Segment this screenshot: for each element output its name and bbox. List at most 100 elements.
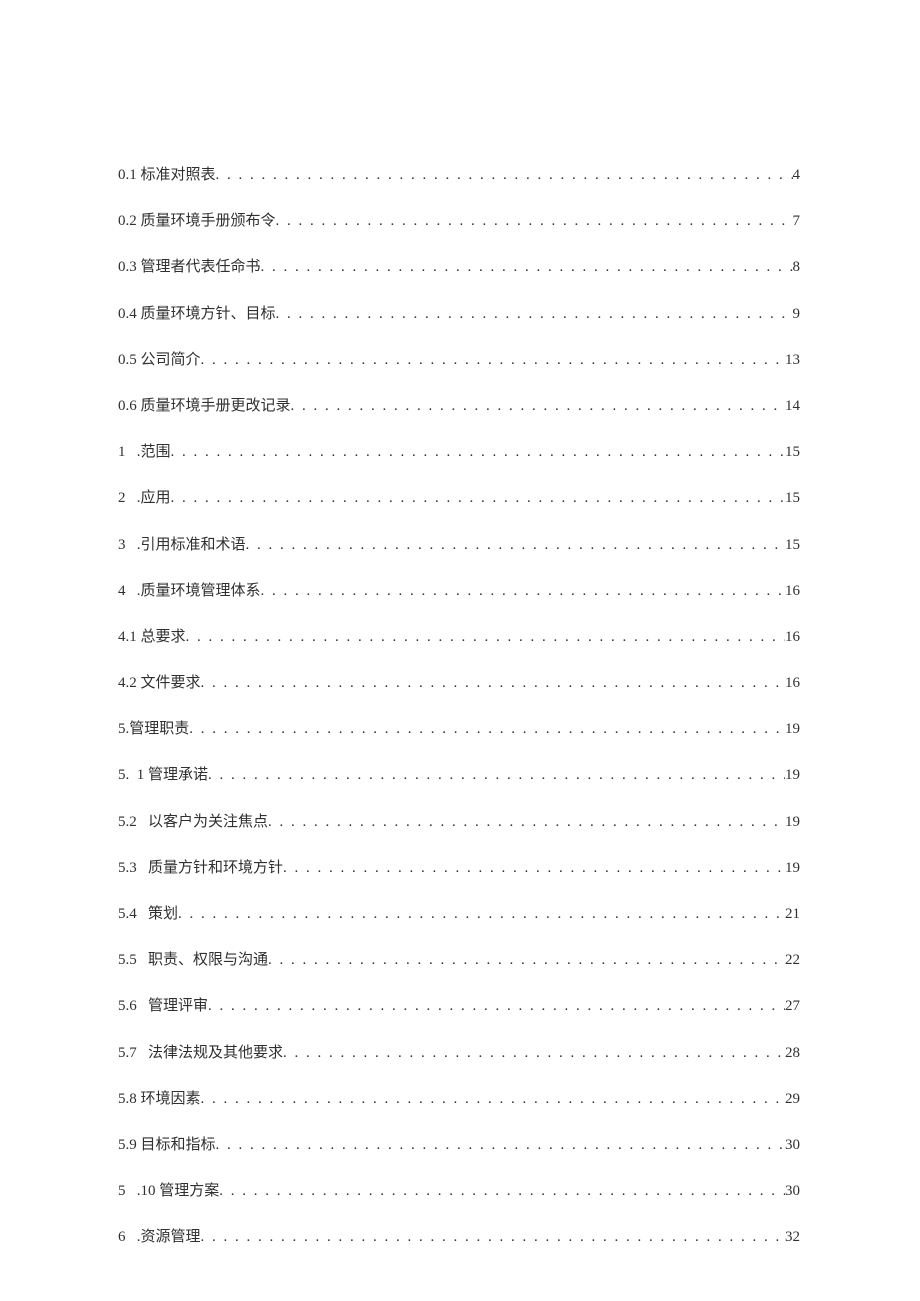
toc-leader-dots <box>268 812 785 833</box>
toc-row: 4 .质量环境管理体系 16 <box>118 581 800 602</box>
toc-entry-number: 4.2 <box>118 673 137 694</box>
toc-leader-dots <box>208 765 785 786</box>
toc-row: 5.5 职责、权限与沟通 22 <box>118 950 800 971</box>
toc-row: 0.4 质量环境方针、目标 9 <box>118 304 800 325</box>
toc-entry-page: 13 <box>785 350 800 371</box>
toc-entry-gap <box>137 996 148 1017</box>
toc-entry-gap <box>137 904 148 925</box>
toc-row: 0.1 标准对照表 4 <box>118 165 800 186</box>
toc-entry-gap <box>137 812 148 833</box>
toc-row: 2 .应用 15 <box>118 488 800 509</box>
toc-row: 5.4 策划 21 <box>118 904 800 925</box>
toc-entry-title: 管理评审 <box>148 996 208 1017</box>
toc-row: 1 .范围 15 <box>118 442 800 463</box>
toc-leader-dots <box>216 165 793 186</box>
toc-entry-number: 3 <box>118 535 126 556</box>
toc-entry-number: 5.7 <box>118 1043 137 1064</box>
toc-row: 5.3 质量方针和环境方针 19 <box>118 858 800 879</box>
toc-row: 0.2 质量环境手册颁布令 7 <box>118 211 800 232</box>
toc-leader-dots <box>283 1043 785 1064</box>
toc-entry-page: 19 <box>785 719 800 740</box>
toc-row: 0.5 公司简介 13 <box>118 350 800 371</box>
toc-row: 5.7 法律法规及其他要求 28 <box>118 1043 800 1064</box>
toc-entry-number: 5.2 <box>118 812 137 833</box>
toc-entry-title: 范围 <box>141 442 171 463</box>
toc-entry-title: 法律法规及其他要求 <box>148 1043 283 1064</box>
toc-entry-title: 标准对照表 <box>141 165 216 186</box>
toc-entry-number: 0.6 <box>118 396 137 417</box>
toc-leader-dots <box>216 1135 785 1156</box>
toc-entry-title: 公司简介 <box>141 350 201 371</box>
toc-entry-page: 16 <box>785 627 800 648</box>
toc-entry-title: 管理职责 <box>129 719 189 740</box>
toc-entry-gap: . <box>126 581 141 602</box>
toc-entry-gap <box>137 858 148 879</box>
toc-entry-number: 5.6 <box>118 996 137 1017</box>
toc-entry-number: 5.5 <box>118 950 137 971</box>
toc-entry-title: 总要求 <box>141 627 186 648</box>
toc-entry-gap <box>137 950 148 971</box>
toc-entry-page: 27 <box>785 996 800 1017</box>
toc-entry-number: 5.3 <box>118 858 137 879</box>
toc-row: 5.9 目标和指标 30 <box>118 1135 800 1156</box>
toc-entry-page: 30 <box>785 1135 800 1156</box>
toc-leader-dots <box>291 396 785 417</box>
toc-leader-dots <box>201 1227 785 1248</box>
toc-leader-dots <box>276 211 793 232</box>
toc-entry-title: 应用 <box>141 488 171 509</box>
toc-entry-page: 30 <box>785 1181 800 1202</box>
toc-entry-number: 0.4 <box>118 304 137 325</box>
toc-entry-number: 0.3 <box>118 257 137 278</box>
toc-entry-number: 5 <box>118 1181 126 1202</box>
toc-entry-page: 21 <box>785 904 800 925</box>
toc-entry-title: 质量环境方针、目标 <box>141 304 276 325</box>
toc-row: 0.6 质量环境手册更改记录 14 <box>118 396 800 417</box>
toc-entry-page: 28 <box>785 1043 800 1064</box>
toc-row: 4.2 文件要求 16 <box>118 673 800 694</box>
toc-entry-page: 19 <box>785 858 800 879</box>
toc-row: 5. 1 管理承诺 19 <box>118 765 800 786</box>
toc-leader-dots <box>171 442 785 463</box>
toc-leader-dots <box>219 1181 785 1202</box>
toc-entry-number: 0.1 <box>118 165 137 186</box>
toc-entry-gap: . <box>126 535 141 556</box>
toc-leader-dots <box>283 858 785 879</box>
toc-entry-number: 0.5 <box>118 350 137 371</box>
toc-entry-page: 15 <box>785 535 800 556</box>
toc-entry-number: 4.1 <box>118 627 137 648</box>
toc-leader-dots <box>186 627 785 648</box>
toc-entry-title: 质量环境手册更改记录 <box>141 396 291 417</box>
toc-entry-gap <box>137 1043 148 1064</box>
toc-entry-page: 7 <box>793 211 801 232</box>
toc-row: 5.管理职责 19 <box>118 719 800 740</box>
toc-entry-title: 目标和指标 <box>141 1135 216 1156</box>
toc-entry-title: 管理承诺 <box>148 765 208 786</box>
table-of-contents: 0.1 标准对照表 4 0.2 质量环境手册颁布令 7 0.3 管理者代表任命书 8… <box>118 165 800 1248</box>
toc-entry-title: 质量环境手册颁布令 <box>141 211 276 232</box>
toc-entry-number: 5. <box>118 765 129 786</box>
toc-entry-page: 16 <box>785 673 800 694</box>
toc-entry-gap: .10 <box>126 1181 160 1202</box>
toc-row: 5.8 环境因素 29 <box>118 1089 800 1110</box>
toc-entry-number: 5.8 <box>118 1089 137 1110</box>
toc-row: 5 .10 管理方案 30 <box>118 1181 800 1202</box>
toc-entry-number: 5.4 <box>118 904 137 925</box>
toc-leader-dots <box>201 1089 785 1110</box>
toc-leader-dots <box>276 304 793 325</box>
toc-entry-number: 5.9 <box>118 1135 137 1156</box>
toc-entry-title: 环境因素 <box>141 1089 201 1110</box>
toc-row: 0.3 管理者代表任命书 8 <box>118 257 800 278</box>
toc-entry-page: 4 <box>793 165 801 186</box>
toc-entry-page: 32 <box>785 1227 800 1248</box>
toc-entry-number: 1 <box>118 442 126 463</box>
toc-entry-number: 2 <box>118 488 126 509</box>
toc-entry-gap: . <box>126 488 141 509</box>
toc-entry-title: 管理者代表任命书 <box>141 257 261 278</box>
toc-entry-title: 引用标准和术语 <box>141 535 246 556</box>
toc-leader-dots <box>261 581 785 602</box>
toc-row: 6 .资源管理 32 <box>118 1227 800 1248</box>
toc-row: 5.6 管理评审 27 <box>118 996 800 1017</box>
toc-leader-dots <box>178 904 785 925</box>
toc-entry-title: 资源管理 <box>141 1227 201 1248</box>
toc-entry-gap: 1 <box>129 765 148 786</box>
